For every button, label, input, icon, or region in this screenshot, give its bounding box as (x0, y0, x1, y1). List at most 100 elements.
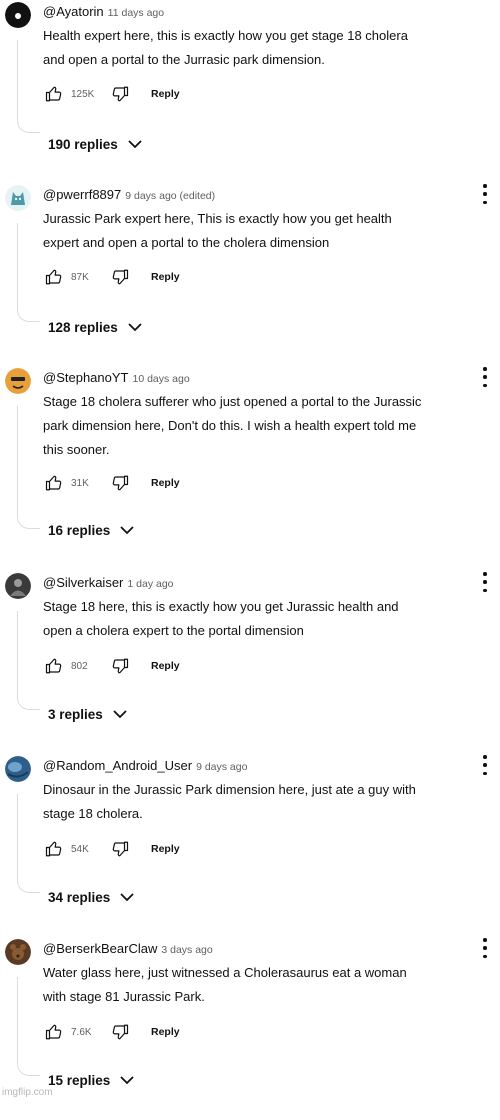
dark-figure-avatar-icon[interactable] (5, 573, 31, 599)
timestamp: 1 day ago (127, 578, 174, 590)
reply-button[interactable]: Reply (151, 477, 180, 489)
thread-line (17, 223, 40, 322)
comment-item: @StephanoYT 10 days ago Stage 18 cholera … (0, 366, 500, 549)
thumbs-up-icon[interactable] (45, 268, 63, 286)
more-options-icon[interactable] (480, 938, 490, 958)
comment-line: this sooner. (43, 442, 110, 457)
comment-line: open a cholera expert to the portal dime… (43, 623, 304, 638)
replies-count: 34 replies (48, 890, 111, 905)
comment-actions: 7.6K Reply (45, 1022, 180, 1042)
view-replies-button[interactable]: 16 replies (48, 523, 134, 538)
thumbs-down-icon[interactable] (111, 840, 129, 858)
comment-line: park dimension here, Don't do this. I wi… (43, 418, 417, 433)
thumbs-up-icon[interactable] (45, 474, 63, 492)
chevron-down-icon (120, 526, 134, 535)
replies-count: 15 replies (48, 1073, 111, 1088)
watermark: imgflip.com (2, 1087, 53, 1098)
timestamp: 9 days ago (196, 761, 248, 773)
chevron-down-icon (120, 1076, 134, 1085)
comment-text: Stage 18 cholera sufferer who just opene… (43, 390, 500, 462)
author-name[interactable]: @pwerrf8897 (43, 187, 121, 202)
black-circle-avatar-icon[interactable] (5, 2, 31, 28)
more-options-icon[interactable] (480, 755, 490, 775)
comment-line: Dinosaur in the Jurassic Park dimension … (43, 782, 416, 797)
view-replies-button[interactable]: 15 replies (48, 1073, 134, 1088)
teal-cat-avatar-icon[interactable] (5, 185, 31, 211)
view-replies-button[interactable]: 3 replies (48, 707, 127, 722)
author-name[interactable]: @Ayatorin (43, 4, 104, 19)
like-count: 125K (71, 88, 95, 100)
brown-bear-avatar-icon[interactable] (5, 939, 31, 965)
like-count: 54K (71, 843, 89, 855)
comment-line: and open a portal to the Jurrasic park d… (43, 52, 325, 67)
comment-item: @BerserkBearClaw 3 days ago Water glass h… (0, 937, 500, 1120)
comment-actions: 87K Reply (45, 267, 180, 287)
comment-header: @StephanoYT 10 days ago (43, 369, 190, 387)
thumbs-down-icon[interactable] (111, 85, 129, 103)
comment-header: @Silverkaiser 1 day ago (43, 574, 174, 592)
like-count: 7.6K (71, 1026, 92, 1038)
reply-button[interactable]: Reply (151, 843, 180, 855)
thumbs-up-icon[interactable] (45, 840, 63, 858)
comment-header: @Ayatorin 11 days ago (43, 3, 164, 21)
thumbs-up-icon[interactable] (45, 1023, 63, 1041)
view-replies-button[interactable]: 128 replies (48, 320, 142, 335)
orange-face-avatar-icon[interactable] (5, 368, 31, 394)
thread-line (17, 977, 40, 1076)
replies-count: 3 replies (48, 707, 103, 722)
thumbs-down-icon[interactable] (111, 657, 129, 675)
comment-line: expert and open a portal to the cholera … (43, 235, 330, 250)
thumbs-down-icon[interactable] (111, 1023, 129, 1041)
author-name[interactable]: @Silverkaiser (43, 575, 123, 590)
reply-button[interactable]: Reply (151, 88, 180, 100)
chevron-down-icon (113, 710, 127, 719)
author-name[interactable]: @BerserkBearClaw (43, 941, 157, 956)
comment-line: Stage 18 here, this is exactly how you g… (43, 599, 399, 614)
like-count: 31K (71, 477, 89, 489)
timestamp: 10 days ago (132, 373, 190, 385)
comment-text: Health expert here, this is exactly how … (43, 24, 500, 72)
comment-header: @Random_Android_User 9 days ago (43, 757, 247, 775)
comment-line: Health expert here, this is exactly how … (43, 28, 408, 43)
more-options-icon[interactable] (480, 367, 490, 387)
timestamp: 9 days ago (edited) (125, 190, 216, 202)
comment-actions: 125K Reply (45, 84, 180, 104)
author-name[interactable]: @StephanoYT (43, 370, 128, 385)
chevron-down-icon (128, 323, 142, 332)
comment-text: Water glass here, just witnessed a Chole… (43, 961, 500, 1009)
reply-button[interactable]: Reply (151, 1026, 180, 1038)
thumbs-up-icon[interactable] (45, 657, 63, 675)
thumbs-down-icon[interactable] (111, 474, 129, 492)
comment-line: stage 18 cholera. (43, 806, 143, 821)
thread-line (17, 406, 40, 529)
view-replies-button[interactable]: 190 replies (48, 137, 142, 152)
replies-count: 128 replies (48, 320, 118, 335)
author-name[interactable]: @Random_Android_User (43, 758, 192, 773)
timestamp: 11 days ago (107, 7, 165, 19)
like-count: 802 (71, 660, 88, 672)
view-replies-button[interactable]: 34 replies (48, 890, 134, 905)
comment-text: Dinosaur in the Jurassic Park dimension … (43, 778, 500, 826)
comment-header: @BerserkBearClaw 3 days ago (43, 940, 213, 958)
comment-item: @Silverkaiser 1 day ago Stage 18 here, th… (0, 571, 500, 754)
thumbs-down-icon[interactable] (111, 268, 129, 286)
comment-line: with stage 81 Jurassic Park. (43, 989, 205, 1004)
comment-line: Stage 18 cholera sufferer who just opene… (43, 394, 422, 409)
blue-globe-avatar-icon[interactable] (5, 756, 31, 782)
reply-button[interactable]: Reply (151, 660, 180, 672)
thread-line (17, 611, 40, 710)
comment-text: Stage 18 here, this is exactly how you g… (43, 595, 500, 643)
comment-item: @Ayatorin 11 days ago Health expert here,… (0, 0, 500, 183)
timestamp: 3 days ago (161, 944, 213, 956)
more-options-icon[interactable] (480, 572, 490, 592)
thread-line (17, 40, 40, 133)
comment-item: @Random_Android_User 9 days ago Dinosaur … (0, 754, 500, 937)
chevron-down-icon (128, 140, 142, 149)
thread-line (17, 794, 40, 893)
comment-line: Jurassic Park expert here, This is exact… (43, 211, 392, 226)
reply-button[interactable]: Reply (151, 271, 180, 283)
comment-actions: 802 Reply (45, 656, 180, 676)
more-options-icon[interactable] (480, 184, 490, 204)
chevron-down-icon (120, 893, 134, 902)
thumbs-up-icon[interactable] (45, 85, 63, 103)
